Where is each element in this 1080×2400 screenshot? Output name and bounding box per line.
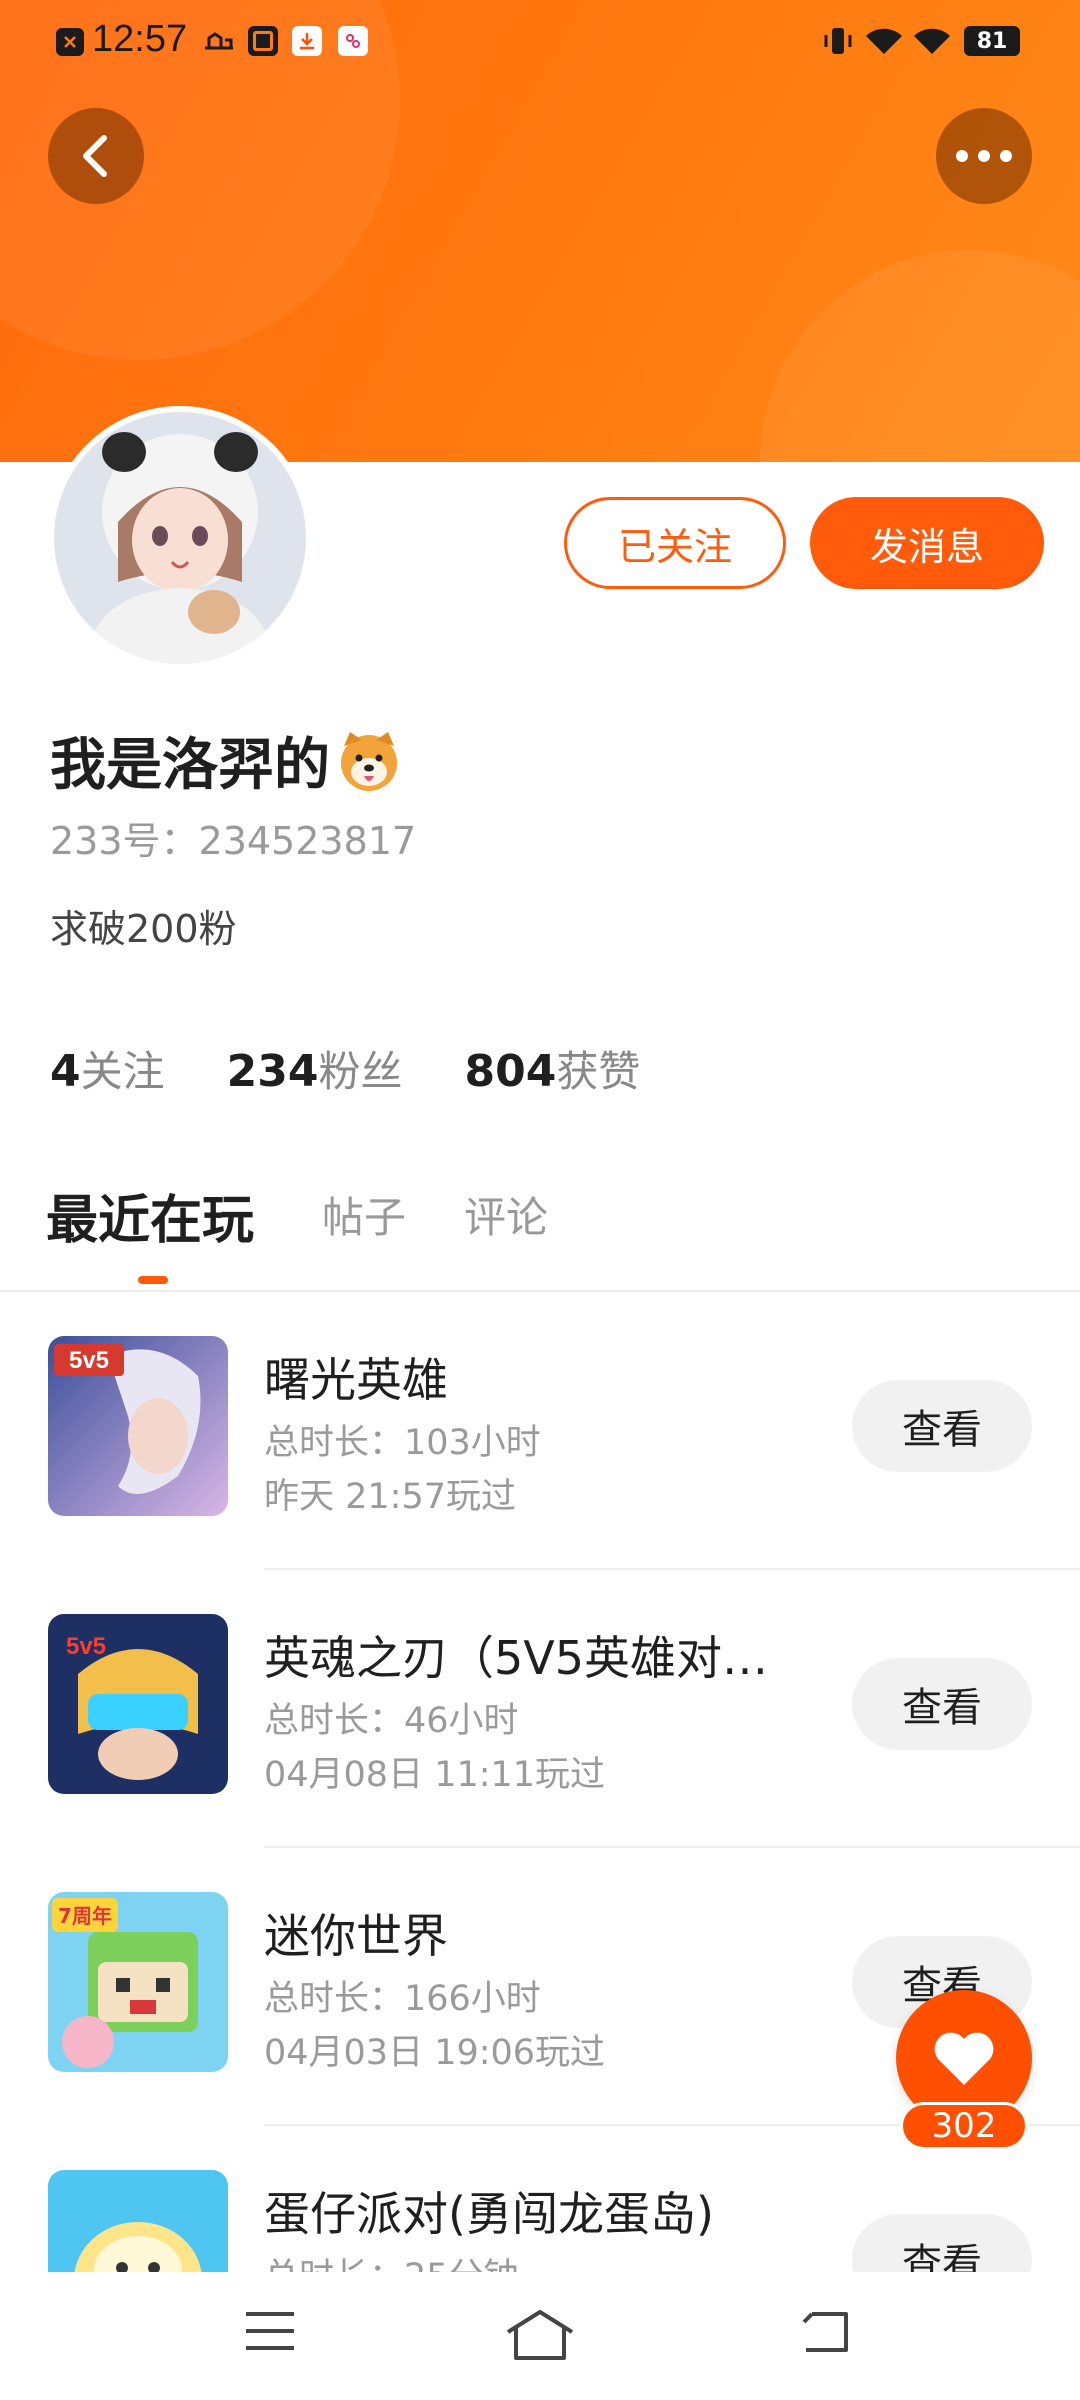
game-title: 曙光英雄: [264, 1353, 448, 1407]
followed-button[interactable]: 已关注: [564, 497, 786, 589]
chevron-left-icon: [83, 135, 107, 177]
likes-label: 获赞: [556, 1047, 641, 1096]
tab-recently-played[interactable]: 最近在玩: [46, 1178, 254, 1253]
app-icon: [248, 26, 278, 56]
dog-emoji-icon: [341, 731, 397, 791]
wifi-icon-2: [912, 26, 952, 56]
view-button[interactable]: 查看: [852, 1658, 1032, 1750]
menu-icon[interactable]: [242, 2306, 298, 2360]
game-icon: [48, 2170, 228, 2272]
game-icon: 5v5: [48, 1614, 228, 1794]
like-count: 302: [900, 2102, 1028, 2150]
wifi-icon: [864, 26, 904, 56]
send-message-button[interactable]: 发消息: [810, 497, 1044, 589]
active-tab-indicator: [138, 1276, 168, 1284]
game-last-played: 04月03日 19:06玩过: [264, 2033, 606, 2073]
view-button[interactable]: 查看: [852, 2214, 1032, 2272]
status-time: 12:57: [92, 18, 188, 60]
more-options-button[interactable]: [936, 108, 1032, 204]
following-label[interactable]: 关注: [81, 1038, 165, 1099]
back-button[interactable]: [48, 108, 144, 204]
user-id: 233号：234523817: [50, 819, 417, 863]
followers-count[interactable]: 234: [227, 1046, 319, 1097]
hand-icon: [200, 26, 238, 56]
svg-text:7周年: 7周年: [58, 1904, 112, 1928]
profile-name: 我是洛羿的: [50, 720, 402, 801]
game-title: 迷你世界: [264, 1909, 448, 1963]
status-bar: 12:57 81: [0, 0, 1080, 84]
game-total-time: 总时长：166小时: [264, 1979, 541, 2019]
profile-name-text: 我是洛羿的: [50, 733, 330, 798]
game-title: 英魂之刃（5V5英雄对…: [264, 1631, 769, 1685]
back-nav-icon[interactable]: [796, 2306, 852, 2360]
profile-stats: 4 关注 234 粉丝 804 获赞: [50, 1038, 702, 1099]
profile-tabs: 最近在玩 帖子 评论: [0, 1170, 1080, 1292]
game-last-played: 04月08日 11:11玩过: [264, 1755, 606, 1795]
avatar-image: [54, 412, 306, 664]
notification-x-icon: [56, 28, 84, 56]
system-navigation-bar: [0, 2272, 1080, 2400]
user-bio: 求破200粉: [50, 907, 237, 951]
home-icon[interactable]: [504, 2306, 576, 2366]
following-count[interactable]: 4: [50, 1046, 81, 1097]
battery-icon: 81: [964, 26, 1020, 56]
svg-text:5v5: 5v5: [69, 1347, 109, 1374]
game-last-played: 昨天 21:57玩过: [264, 1477, 516, 1517]
game-total-time: 总时长：25分钟: [264, 2248, 519, 2272]
game-total-time: 总时长：103小时: [264, 1423, 541, 1463]
likes-count: 804: [464, 1046, 557, 1097]
list-item[interactable]: 5v5 曙光英雄 总时长：103小时 昨天 21:57玩过 查看: [0, 1292, 1080, 1570]
tab-posts[interactable]: 帖子: [322, 1184, 406, 1245]
more-dots-icon: [956, 150, 1012, 162]
game-total-time: 总时长：46小时: [264, 1701, 519, 1741]
download-icon: [292, 26, 322, 56]
svg-text:5v5: 5v5: [66, 1633, 106, 1660]
avatar[interactable]: [54, 412, 306, 664]
heart-icon: [934, 2032, 994, 2085]
tab-comments[interactable]: 评论: [464, 1184, 548, 1245]
followers-label[interactable]: 粉丝: [319, 1038, 403, 1099]
game-title: 蛋仔派对(勇闯龙蛋岛): [264, 2187, 714, 2241]
game-icon: 7周年: [48, 1892, 228, 2072]
app-badge-icon: [338, 26, 368, 56]
game-icon: 5v5: [48, 1336, 228, 1516]
vibrate-icon: [820, 26, 856, 56]
view-button[interactable]: 查看: [852, 1380, 1032, 1472]
list-item[interactable]: 5v5 英魂之刃（5V5英雄对… 总时长：46小时 04月08日 11:11玩过…: [0, 1570, 1080, 1848]
